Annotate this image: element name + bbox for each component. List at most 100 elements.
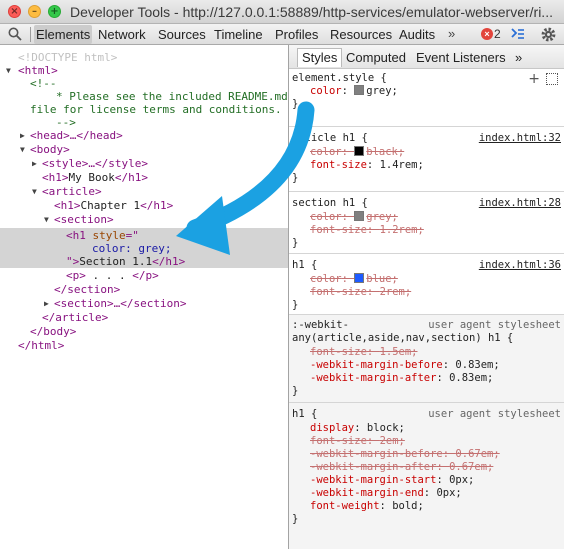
article-node[interactable]: ▼ <article> <box>0 185 288 198</box>
style-declaration[interactable]: font-size: 2rem; <box>310 286 411 299</box>
style-declaration: -webkit-margin-before: 0.83em; <box>310 359 500 371</box>
style-rule-h1[interactable]: h1 { index.html:36 color: blue; font-siz… <box>289 254 564 315</box>
style-rule-article-h1[interactable]: article h1 { index.html:32 color: black;… <box>289 127 564 192</box>
h1-chapter-node[interactable]: <h1>Chapter 1</h1> <box>0 199 288 212</box>
tab-computed[interactable]: Computed <box>342 49 410 67</box>
p-node[interactable]: <p> . . . </p> <box>0 269 288 282</box>
style-declaration: display: block; <box>310 422 405 434</box>
tab-profiles[interactable]: Profiles <box>275 25 318 44</box>
style-declaration[interactable]: color: black; <box>310 146 404 159</box>
tab-resources[interactable]: Resources <box>330 25 392 44</box>
tab-network[interactable]: Network <box>98 25 146 44</box>
rule-selector-cont: any(article,aside,nav,section) h1 { <box>292 332 514 344</box>
html-close: </html> <box>18 339 65 352</box>
section-collapsed-node[interactable]: ▶ <section>…</section> <box>0 297 288 310</box>
h1-mybook-node[interactable]: <h1>My Book</h1> <box>0 171 288 184</box>
sidebar-tabs: Styles Computed Event Listeners » <box>289 45 564 69</box>
rule-selector: section h1 { <box>292 197 368 209</box>
window-titlebar: × – + Developer Tools - http://127.0.0.1… <box>0 0 564 24</box>
rule-selector: h1 { <box>292 259 318 271</box>
tab-timeline[interactable]: Timeline <box>214 25 263 44</box>
color-swatch[interactable] <box>354 85 365 95</box>
tab-sources[interactable]: Sources <box>158 25 206 44</box>
tab-event-listeners[interactable]: Event Listeners <box>412 49 510 67</box>
selected-h1-node[interactable]: <h1 style=" <box>0 229 288 242</box>
expand-triangle-icon[interactable]: ▼ <box>32 185 37 198</box>
tab-elements[interactable]: Elements <box>34 25 93 44</box>
selected-h1-style-value: color: grey; <box>92 242 172 255</box>
tab-styles[interactable]: Styles <box>297 48 343 67</box>
rule-source-link[interactable]: index.html:36 <box>479 259 561 272</box>
zoom-icon: + <box>50 6 59 17</box>
comment-close: --> <box>56 116 76 129</box>
rule-selector: element.style { <box>292 72 387 84</box>
style-declaration: font-weight: bold; <box>310 500 424 512</box>
collapsed-triangle-icon[interactable]: ▶ <box>32 157 37 170</box>
element-picker-icon[interactable] <box>546 73 558 85</box>
color-swatch[interactable] <box>354 211 365 221</box>
zoom-window-button[interactable]: + <box>48 5 61 18</box>
style-declaration: -webkit-margin-start: 0px; <box>310 474 475 486</box>
style-declaration[interactable]: color: grey; <box>310 211 398 224</box>
expand-triangle-icon[interactable]: ▼ <box>20 143 25 156</box>
devtools-toolbar: Elements Network Sources Timeline Profil… <box>0 24 564 45</box>
style-declaration[interactable]: color: grey; <box>310 85 398 98</box>
collapsed-triangle-icon[interactable]: ▶ <box>20 129 25 142</box>
head-node[interactable]: ▶ <head>…</head> <box>0 129 288 142</box>
new-style-rule-button[interactable]: + <box>528 71 540 87</box>
style-declaration: font-size: 2em; <box>310 435 405 447</box>
error-icon[interactable]: × <box>481 28 493 40</box>
rule-close: } <box>292 513 299 525</box>
section-close: </section> <box>54 283 121 296</box>
element-style-rule[interactable]: element.style { + color: grey; } <box>289 69 564 127</box>
body-close: </body> <box>30 325 77 338</box>
doctype-node[interactable]: <!DOCTYPE html> <box>0 51 288 64</box>
console-drawer-icon[interactable] <box>510 26 526 42</box>
ua-rule-h1[interactable]: h1 { user agent stylesheet display: bloc… <box>289 403 564 549</box>
selected-h1-text: ">Section 1.1</h1> <box>66 255 186 268</box>
style-node[interactable]: ▶ <style>…</style> <box>0 157 288 170</box>
html-node[interactable]: ▼ <html> <box>0 64 288 77</box>
comment-node[interactable]: <!-- <box>0 77 288 90</box>
body-node[interactable]: ▼ <body> <box>0 143 288 156</box>
rule-close: } <box>292 385 299 397</box>
style-declaration: -webkit-margin-after: 0.83em; <box>310 372 494 384</box>
close-window-button[interactable]: × <box>8 5 21 18</box>
section-node[interactable]: ▼ <section> <box>0 213 288 226</box>
more-tabs-button[interactable]: » <box>448 26 455 41</box>
dom-tree-panel[interactable]: <!DOCTYPE html> ▼ <html> <!-- * Please se… <box>0 45 288 549</box>
ua-rule-webkit-any[interactable]: :-webkit- user agent stylesheet any(arti… <box>289 315 564 403</box>
expand-triangle-icon[interactable]: ▼ <box>6 64 11 77</box>
search-icon[interactable] <box>7 26 23 42</box>
collapsed-triangle-icon[interactable]: ▶ <box>44 297 49 310</box>
comment-line: file for license terms and conditions. <box>30 103 282 116</box>
window-title: Developer Tools - http://127.0.0.1:58889… <box>70 4 553 20</box>
rule-close: } <box>292 98 299 110</box>
rule-source-link[interactable]: index.html:32 <box>479 132 561 145</box>
style-declaration: -webkit-margin-after: 0.67em; <box>310 461 494 473</box>
style-declaration: -webkit-margin-before: 0.67em; <box>310 448 500 460</box>
style-declaration: -webkit-margin-end: 0px; <box>310 487 462 499</box>
minimize-window-button[interactable]: – <box>28 5 41 18</box>
color-swatch[interactable] <box>354 146 365 156</box>
style-declaration[interactable]: font-size: 1.2rem; <box>310 224 424 237</box>
rule-source: user agent stylesheet <box>428 408 561 420</box>
style-declaration: font-size: 1.5em; <box>310 346 418 358</box>
style-rule-section-h1[interactable]: section h1 { index.html:28 color: grey; … <box>289 192 564 254</box>
expand-triangle-icon[interactable]: ▼ <box>44 213 49 226</box>
comment-line: * Please see the included README.md <box>56 90 288 103</box>
error-count[interactable]: 2 <box>494 27 501 41</box>
rule-close: } <box>292 172 299 184</box>
gear-icon[interactable] <box>540 26 557 43</box>
style-declaration[interactable]: color: blue; <box>310 273 398 286</box>
rule-source: user agent stylesheet <box>428 319 561 331</box>
style-declaration[interactable]: font-size: 1.4rem; <box>310 159 424 172</box>
rule-close: } <box>292 299 299 311</box>
rule-selector: h1 { <box>292 408 318 420</box>
color-swatch[interactable] <box>354 273 365 283</box>
rule-source-link[interactable]: index.html:28 <box>479 197 561 210</box>
more-sidebar-tabs-button[interactable]: » <box>511 49 526 67</box>
toolbar-separator <box>30 27 31 42</box>
tab-audits[interactable]: Audits <box>399 25 435 44</box>
rule-selector: :-webkit- <box>292 319 349 331</box>
